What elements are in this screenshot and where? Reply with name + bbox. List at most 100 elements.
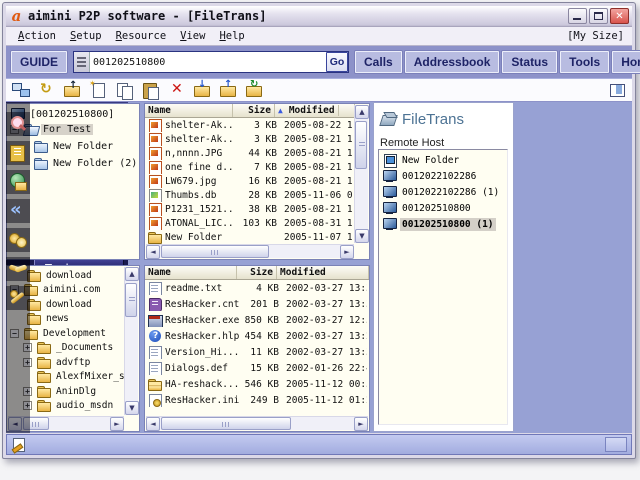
folder-import-icon[interactable]	[192, 81, 214, 99]
scroll-down-icon[interactable]: ▼	[125, 401, 139, 415]
nav-tabs: Calls Addressbook Status Tools Home	[355, 51, 640, 73]
doc-file-icon	[147, 362, 163, 375]
menu-action[interactable]: Action	[12, 28, 62, 44]
scrollbar-thumb[interactable]	[125, 283, 137, 317]
file-row[interactable]: Version_Hi...11 KB2002-03-27 13:30	[145, 344, 369, 360]
my-size-label: [My Size]	[567, 30, 626, 42]
refresh-icon[interactable]	[36, 81, 58, 99]
folder-up-icon[interactable]	[62, 81, 84, 99]
column-header-size[interactable]: Size	[233, 104, 275, 117]
file-row[interactable]: shelter-Ak..3 KB2005-08-22 13:	[145, 118, 355, 132]
address-input[interactable]	[90, 53, 326, 71]
horizontal-scrollbar[interactable]: ◄ ►	[146, 244, 354, 258]
scrollbar-thumb[interactable]	[161, 245, 269, 258]
scroll-right-icon[interactable]: ►	[354, 417, 368, 431]
db-file-icon	[147, 189, 163, 202]
column-header-name[interactable]: Name	[145, 104, 233, 117]
file-row[interactable]: shelter-Ak..3 KB2005-08-21 16:	[145, 132, 355, 146]
folder-icon	[33, 157, 49, 170]
scroll-left-icon[interactable]: ◄	[146, 245, 160, 259]
zip-file-icon	[147, 378, 163, 391]
horizontal-scrollbar[interactable]: ◄ ►	[146, 416, 368, 430]
file-row[interactable]: LW679.jpg16 KB2005-08-21 11:	[145, 174, 355, 188]
folder-icon	[33, 140, 49, 153]
host-item[interactable]: 0012022102286	[380, 168, 506, 184]
column-header-modified[interactable]: Modified	[277, 266, 369, 279]
help-file-icon	[147, 330, 163, 343]
menu-view[interactable]: View	[174, 28, 211, 44]
resize-grip[interactable]	[605, 437, 627, 452]
tab-status[interactable]: Status	[502, 51, 557, 73]
status-bar	[6, 434, 632, 455]
host-item[interactable]: 0012022102286 (1)	[380, 184, 506, 200]
file-row[interactable]: ResHacker.exe850 KB2002-03-27 12:59	[145, 312, 369, 328]
maximize-icon	[594, 12, 603, 20]
menu-resource[interactable]: Resource	[110, 28, 173, 44]
delete-icon[interactable]	[166, 81, 188, 99]
file-row[interactable]: readme.txt4 KB2002-03-27 13:30	[145, 280, 369, 296]
file-row[interactable]: ResHacker.ini249 B2005-11-12 01:25	[145, 392, 369, 408]
folder-row[interactable]: New Folder2005-11-07 16:	[145, 230, 355, 244]
host-item-selected[interactable]: 001202510800 (1)	[380, 216, 506, 232]
menu-help[interactable]: Help	[213, 28, 250, 44]
file-row[interactable]: n,nnnn.JPG44 KB2005-08-21 11:	[145, 146, 355, 160]
file-row[interactable]: one fine d...7 KB2005-08-21 11:	[145, 160, 355, 174]
scroll-left-icon[interactable]: ◄	[146, 417, 160, 431]
copy-icon[interactable]	[114, 81, 136, 99]
scrollbar-thumb[interactable]	[161, 417, 291, 430]
close-button[interactable]: ✕	[610, 8, 629, 24]
network-icon[interactable]	[10, 81, 32, 99]
go-button[interactable]: Go	[326, 52, 348, 72]
vertical-scrollbar[interactable]: ▲ ▼	[124, 267, 138, 415]
new-doc-icon[interactable]	[88, 81, 110, 99]
column-header-modified[interactable]: ▲Modified	[275, 104, 355, 117]
file-row[interactable]: HA-reshack...546 KB2005-11-12 00:51	[145, 376, 369, 392]
maximize-button[interactable]	[589, 8, 608, 24]
scrollbar-thumb[interactable]	[355, 121, 367, 169]
tab-addressbook[interactable]: Addressbook	[405, 51, 500, 73]
folder-icon	[36, 356, 52, 369]
folder-sync-icon[interactable]	[244, 81, 266, 99]
handshake-icon	[6, 257, 30, 281]
column-header-name[interactable]: Name	[145, 266, 237, 279]
file-row[interactable]: ResHacker.hlp454 KB2002-03-27 13:21	[145, 328, 369, 344]
folder-icon	[36, 341, 52, 354]
tab-home[interactable]: Home	[612, 51, 640, 73]
address-list-icon[interactable]	[74, 52, 90, 72]
menu-bar: Action Setup Resource View Help [My Size…	[6, 27, 632, 46]
computer-icon	[382, 218, 398, 231]
picture-file-icon	[147, 161, 163, 174]
tab-calls[interactable]: Calls	[355, 51, 402, 73]
file-row[interactable]: ATONAL_LIC...103 KB2005-08-31 19:	[145, 216, 355, 230]
file-row[interactable]: Dialogs.def15 KB2002-01-26 22:46	[145, 360, 369, 376]
file-row[interactable]: P1231_1521...38 KB2005-08-21 11:	[145, 202, 355, 216]
vertical-scrollbar[interactable]: ▲ ▼	[354, 105, 368, 243]
scroll-up-icon[interactable]: ▲	[125, 267, 139, 281]
column-header-size[interactable]: Size	[237, 266, 277, 279]
computer-icon	[382, 170, 398, 183]
scroll-right-icon[interactable]: ►	[110, 417, 124, 431]
scroll-right-icon[interactable]: ►	[340, 245, 354, 259]
scroll-up-icon[interactable]: ▲	[355, 105, 369, 119]
address-group: Go	[73, 51, 349, 73]
layout-panel-icon[interactable]	[606, 81, 628, 99]
host-item[interactable]: 001202510800	[380, 200, 506, 216]
folder-export-icon[interactable]	[218, 81, 240, 99]
file-row[interactable]: Thumbs.db28 KB2005-11-06 04:	[145, 188, 355, 202]
globe-icon	[6, 170, 30, 194]
minimize-button[interactable]	[568, 8, 587, 24]
tab-tools[interactable]: Tools	[560, 51, 609, 73]
menu-setup[interactable]: Setup	[64, 28, 108, 44]
filetrans-panel: FileTrans Remote Host New Folder 0012022…	[373, 102, 514, 432]
folder-icon	[36, 370, 52, 383]
picture-file-icon	[147, 217, 163, 230]
guide-button[interactable]: GUIDE	[11, 51, 67, 73]
picture-file-icon	[147, 175, 163, 188]
app-logo-icon: a	[9, 9, 24, 24]
address-toolbar: GUIDE Go Calls Addressbook Status Tools …	[6, 46, 632, 79]
host-item[interactable]: New Folder	[380, 152, 506, 168]
title-bar[interactable]: a aimini P2P software - [FileTrans] ✕	[6, 6, 632, 27]
scroll-down-icon[interactable]: ▼	[355, 229, 369, 243]
paste-icon[interactable]	[140, 81, 162, 99]
file-row[interactable]: ResHacker.cnt201 B2002-03-27 13:31	[145, 296, 369, 312]
